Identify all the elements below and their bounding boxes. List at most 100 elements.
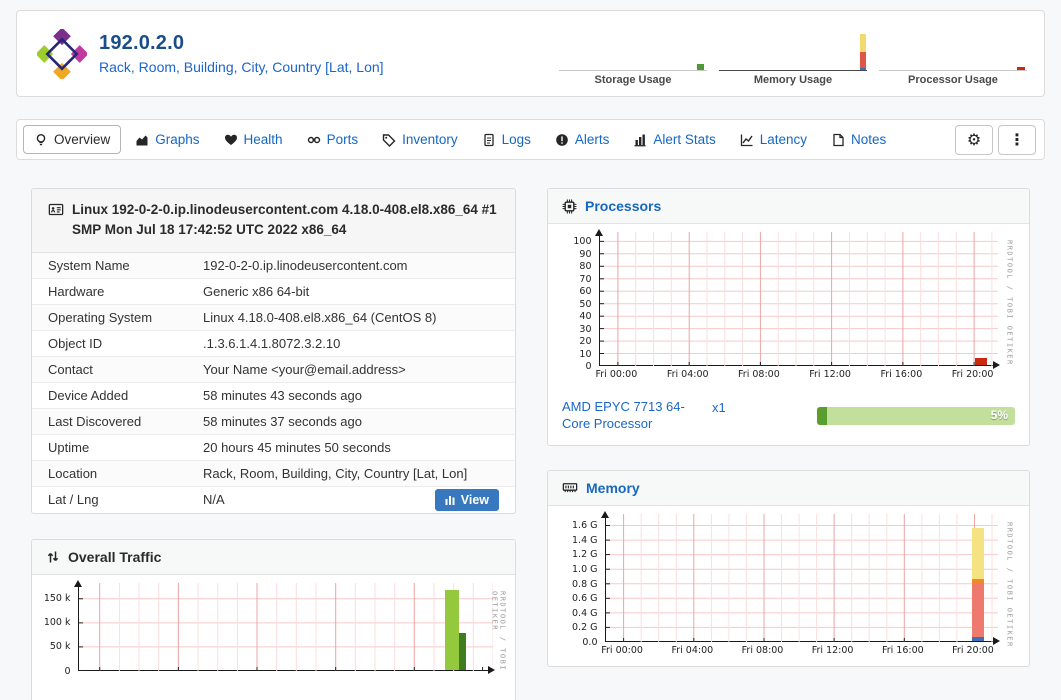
tab-alert-stats[interactable]: Alert Stats [623, 126, 725, 153]
area-chart-icon [136, 135, 148, 145]
y-tick-label: 0.2 G [572, 622, 598, 634]
x-tick-label: Fri 12:00 [811, 644, 854, 656]
storage-usage-sparkline [559, 27, 707, 71]
x-tick-label: Fri 20:00 [952, 644, 994, 656]
y-axis-arrow [73, 576, 82, 587]
x-tick-label: Fri 16:00 [880, 369, 923, 380]
note-icon [833, 133, 844, 146]
tab-label: Graphs [155, 132, 200, 147]
x-tick-label: Fri 08:00 [741, 644, 784, 656]
traffic-plot-area [73, 579, 495, 674]
tab-graphs[interactable]: Graphs [125, 126, 209, 153]
bar-chart-icon [634, 134, 646, 146]
row-value: 58 minutes 43 seconds ago [203, 387, 362, 403]
processor-usage-sparkline [879, 27, 1027, 71]
y-tick-label: 30 [579, 323, 592, 335]
tab-notes[interactable]: Notes [821, 126, 896, 153]
table-row: Last Discovered 58 minutes 37 seconds ag… [32, 408, 515, 435]
cpu-usage-percent: 5% [990, 408, 1008, 423]
y-tick-label: 1.4 G [572, 534, 598, 546]
alert-circle-icon [556, 133, 568, 146]
row-label: Lat / Lng [48, 492, 99, 507]
overall-traffic-graph[interactable]: 150 k 100 k 50 k 0 RRDTOOL / TOBI OETIKER [40, 579, 508, 689]
tab-label: Ports [326, 132, 359, 147]
y-tick-label: 80 [579, 261, 592, 273]
x-axis-arrow [992, 361, 1004, 369]
traffic-series-bar [444, 590, 459, 670]
memory-plot-area [600, 510, 1000, 645]
x-tick-label: Fri 20:00 [951, 369, 994, 380]
tab-logs[interactable]: Logs [472, 126, 541, 153]
y-tick-label: 40 [579, 311, 592, 323]
view-location-button[interactable]: View [434, 488, 499, 511]
table-row: Uptime 20 hours 45 minutes 50 seconds [32, 435, 515, 461]
tab-label: Inventory [402, 132, 458, 147]
device-title[interactable]: 192.0.2.0 [99, 32, 384, 55]
row-value: 58 minutes 37 seconds ago [203, 413, 362, 429]
memory-title: Memory [586, 479, 640, 496]
table-row: Device Added 58 minutes 43 seconds ago [32, 383, 515, 409]
header-mini-graphs: Storage Usage Memory Usage Processor Usa… [558, 27, 1028, 86]
x-tick-label: Fri 04:00 [666, 369, 709, 380]
row-value: 192-0-2-0.ip.linodeusercontent.com [203, 257, 408, 273]
row-label: Device Added [48, 387, 129, 403]
storage-usage-minigraph[interactable]: Storage Usage [558, 27, 708, 86]
cpu-name-link[interactable]: AMD EPYC 7713 64-Core Processor [562, 399, 702, 433]
system-card-header: Linux 192-0-2-0.ip.linodeusercontent.com… [32, 189, 515, 253]
y-tick-label: 150 k [43, 593, 71, 605]
rrdtool-watermark: RRDTOOL / TOBI OETIKER [490, 590, 507, 671]
memory-usage-minigraph[interactable]: Memory Usage [718, 27, 868, 86]
y-tick-label: 0 [64, 665, 71, 677]
x-tick-label: Fri 00:00 [595, 369, 638, 380]
y-axis-arrow [600, 507, 609, 518]
memory-usage-label: Memory Usage [753, 74, 833, 86]
device-location-link[interactable]: Rack, Room, Building, City, Country [Lat… [99, 59, 384, 75]
traffic-card-header: Overall Traffic [32, 539, 515, 575]
y-tick-label: 0.4 G [572, 607, 598, 619]
x-tick-label: Fri 00:00 [601, 644, 643, 656]
row-label: Location [48, 465, 98, 481]
tab-inventory[interactable]: Inventory [372, 126, 468, 153]
rrdtool-watermark: RRDTOOL / TOBI OETIKER [1005, 240, 1014, 366]
x-tick-label: Fri 04:00 [671, 644, 714, 656]
device-header-card: 192.0.2.0 Rack, Room, Building, City, Co… [16, 10, 1045, 97]
memory-usage-sparkline [719, 27, 867, 71]
row-value: Generic x86 64-bit [203, 283, 310, 299]
tab-label: Notes [851, 132, 887, 147]
memory-graph[interactable]: 1.6 G 1.4 G 1.2 G 1.0 G 0.8 G 0.6 G 0.4 G 0.2 G… [563, 510, 1015, 662]
tab-overview[interactable]: Overview [23, 125, 122, 154]
table-row: Lat / Lng N/A View [32, 487, 515, 513]
tab-ports[interactable]: Ports [297, 126, 369, 153]
y-axis-arrow [594, 225, 603, 236]
row-value: Rack, Room, Building, City, Country [Lat… [203, 465, 468, 481]
table-row: Contact Your Name <your@email.address> [32, 356, 515, 383]
more-menu-button[interactable]: ⋮ [998, 124, 1036, 155]
row-value: Linux 4.18.0-408.el8.x86_64 (CentOS 8) [203, 309, 437, 325]
y-tick-label: 100 [573, 236, 592, 248]
heart-icon [224, 134, 237, 145]
memory-card: Memory 1.6 G 1.4 G 1.2 G 1.0 G 0.8 G 0.6 G 0.4… [547, 469, 1030, 667]
link-icon [307, 136, 320, 143]
tab-alerts[interactable]: Alerts [545, 126, 620, 153]
system-header-text: Linux 192-0-2-0.ip.linodeusercontent.com… [72, 202, 497, 238]
processors-series-bar [974, 358, 988, 365]
view-button-label: View [460, 492, 489, 507]
processors-graph[interactable]: 100 90 80 70 60 50 40 30 20 10 0 Fri 00:00 Fri 04:00… [563, 229, 1015, 386]
settings-button[interactable]: ⚙ [955, 124, 993, 155]
tab-health[interactable]: Health [214, 126, 293, 153]
cpu-icon [562, 199, 577, 213]
tag-icon [382, 133, 396, 147]
right-column: Processors 100 90 80 70 60 50 40 30 20 10 0 Fri 00:… [547, 188, 1030, 667]
row-value: Your Name <your@email.address> [203, 361, 406, 377]
table-row: Object ID .1.3.6.1.4.1.8072.3.2.10 [32, 331, 515, 357]
system-info-card: Linux 192-0-2-0.ip.linodeusercontent.com… [31, 188, 516, 514]
traffic-arrows-icon [47, 551, 59, 562]
memory-series-bar [972, 637, 984, 641]
processor-usage-minigraph[interactable]: Processor Usage [878, 27, 1028, 86]
tab-latency[interactable]: Latency [730, 126, 817, 153]
cpu-usage-bar: 5% [817, 406, 1015, 425]
y-tick-label: 20 [579, 336, 592, 348]
table-row: Hardware Generic x86 64-bit [32, 279, 515, 305]
kebab-icon: ⋮ [1009, 130, 1025, 149]
memory-card-header: Memory [548, 470, 1029, 506]
